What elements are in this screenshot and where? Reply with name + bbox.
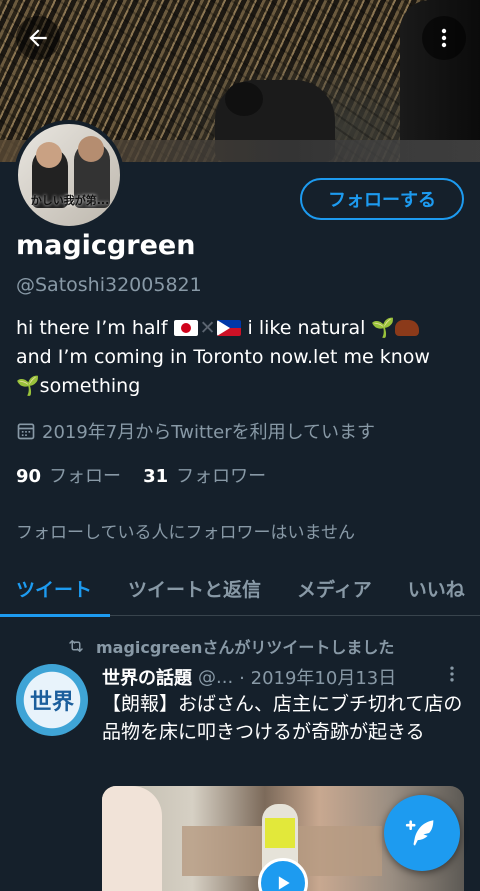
cross-mark-icon: ✕ xyxy=(199,317,216,339)
tweet-avatar-text: 世界 xyxy=(29,690,74,715)
banner-person-head xyxy=(225,82,263,116)
following-count: 90 xyxy=(16,466,42,487)
tweet-header: 世界の話題 @... · 2019年10月13日 xyxy=(102,664,396,690)
media-arm xyxy=(102,786,162,891)
no-mutual-followers-note: フォローしている人にフォロワーはいません xyxy=(16,523,355,543)
profile-bio: hi there I’m half ✕ i like natural 🌱 and… xyxy=(16,314,466,401)
philippines-flag-icon xyxy=(217,320,242,336)
tweet-author-name[interactable]: 世界の話題 xyxy=(102,664,192,690)
media-vest xyxy=(265,818,295,848)
tweet-author-avatar[interactable]: 世界 xyxy=(16,664,88,736)
compose-tweet-button[interactable] xyxy=(384,795,460,871)
retweet-icon xyxy=(69,640,83,652)
retweet-indicator: magicgreenさんがリツイートしました xyxy=(66,634,394,658)
tab-media[interactable]: メディア xyxy=(279,560,390,616)
tab-tweets-replies[interactable]: ツイートと返信 xyxy=(110,560,279,616)
tweet-text: 【朗報】おばさん、店主にブチ切れて店の品物を床に叩きつけるが奇跡が起きる xyxy=(102,693,463,743)
tweet-menu-button[interactable] xyxy=(446,664,458,688)
more-vertical-icon xyxy=(441,28,447,48)
retweet-note: magicgreenさんがリツイートしました xyxy=(96,638,395,657)
back-arrow-icon xyxy=(29,29,47,47)
follow-counts: 90 フォロー 31 フォロワー xyxy=(16,462,266,488)
more-vertical-icon xyxy=(450,666,454,682)
bio-text-2: i like natural xyxy=(247,317,366,339)
tweet-author-handle: @... xyxy=(198,666,234,688)
avatar-face-right xyxy=(78,136,104,162)
calendar-icon xyxy=(17,423,35,440)
more-options-button[interactable] xyxy=(422,16,466,60)
tab-tweets[interactable]: ツイート xyxy=(0,560,111,617)
joined-date: 2019年7月からTwitterを利用しています xyxy=(16,418,375,444)
profile-avatar[interactable]: かしい我が第... xyxy=(14,120,124,230)
followers-count: 31 xyxy=(143,466,169,487)
play-icon xyxy=(278,876,290,890)
bio-text-1: hi there I’m half xyxy=(16,317,168,339)
seedling-icon: 🌱 xyxy=(16,375,40,397)
follow-button[interactable]: フォローする xyxy=(300,178,464,220)
following-link[interactable]: 90 フォロー xyxy=(16,462,121,488)
avatar-caption: かしい我が第... xyxy=(30,194,110,207)
seedling-icon: 🌱 xyxy=(371,317,396,339)
japan-flag-icon xyxy=(173,320,198,336)
avatar-face-left xyxy=(36,142,62,168)
followers-link[interactable]: 31 フォロワー xyxy=(143,462,266,488)
following-label: フォロー xyxy=(49,466,122,487)
back-button[interactable] xyxy=(16,16,60,60)
followers-label: フォロワー xyxy=(176,466,267,487)
compose-feather-icon xyxy=(405,820,434,846)
tab-likes[interactable]: いいね xyxy=(390,560,480,616)
tweet-date: · 2019年10月13日 xyxy=(239,668,397,689)
profile-tabs: ツイート ツイートと返信 メディア いいね xyxy=(0,560,480,617)
bio-text-4: something xyxy=(39,375,141,397)
profile-name: magicgreen xyxy=(16,230,196,261)
bio-text-3: and I’m coming in Toronto now.let me kno… xyxy=(16,346,430,368)
joined-text: 2019年7月からTwitterを利用しています xyxy=(42,422,376,443)
profile-handle: @Satoshi32005821 xyxy=(16,274,202,296)
ox-icon xyxy=(395,320,420,336)
